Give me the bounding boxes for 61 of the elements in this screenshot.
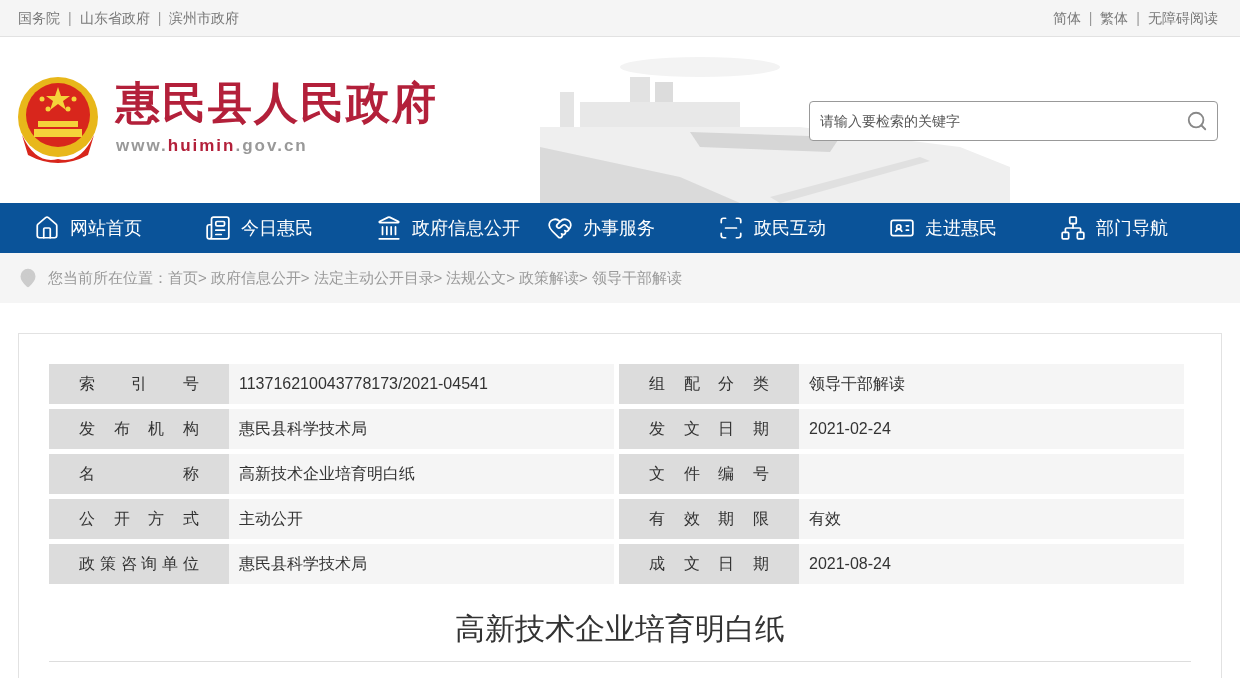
breadcrumb-link[interactable]: 政策解读 <box>519 266 580 290</box>
label-cell: 公开方式 <box>49 499 229 539</box>
breadcrumb-link[interactable]: 首页 <box>168 266 198 290</box>
nav-item[interactable]: 办事服务 <box>547 214 718 242</box>
breadcrumb-label: 您当前所在位置： <box>48 267 168 288</box>
label-cell: 发文日期 <box>619 409 799 449</box>
top-link[interactable]: 山东省政府 <box>79 7 150 29</box>
breadcrumb-link[interactable]: 政府信息公开 <box>210 266 301 290</box>
nav-item[interactable]: 政民互动 <box>718 214 889 242</box>
document-icon <box>205 215 231 241</box>
nav-item[interactable]: 政府信息公开 <box>376 214 547 242</box>
label-cell: 成文日期 <box>619 544 799 584</box>
nav-item[interactable]: 走进惠民 <box>889 214 1060 242</box>
value-cell: 高新技术企业培育明白纸 <box>229 454 614 494</box>
home-icon <box>34 215 60 241</box>
label-cell: 文件编号 <box>619 454 799 494</box>
top-link[interactable]: 滨州市政府 <box>169 7 240 29</box>
separator: | <box>68 8 72 28</box>
building-icon <box>376 215 402 241</box>
site-title: 惠民县人民政府 <box>116 81 438 126</box>
separator: | <box>1088 8 1093 28</box>
top-link[interactable]: 国务院 <box>18 7 60 29</box>
breadcrumb-link[interactable]: 领导干部解读 <box>591 266 682 290</box>
separator: | <box>157 8 162 28</box>
nav-item[interactable]: 网站首页 <box>34 214 205 242</box>
label-cell: 组配分类 <box>619 364 799 404</box>
location-icon <box>18 268 38 288</box>
search-field[interactable]: 请输入要检索的关键字 <box>809 101 1218 141</box>
breadcrumb-separator: > <box>198 267 207 288</box>
value-cell: 惠民县科学技术局 <box>229 409 614 449</box>
value-cell: 有效 <box>799 499 1184 539</box>
value-cell: 2021-08-24 <box>799 544 1184 584</box>
label-cell: 政策咨询单位 <box>49 544 229 584</box>
breadcrumb-link[interactable]: 法定主动公开目录 <box>313 266 434 290</box>
value-cell: 惠民县科学技术局 <box>229 544 614 584</box>
label-cell: 有效期限 <box>619 499 799 539</box>
top-link[interactable]: 无障碍阅读 <box>1148 7 1218 29</box>
separator: | <box>1136 8 1140 28</box>
top-link[interactable]: 简体 <box>1052 7 1081 29</box>
breadcrumb-separator: > <box>300 267 310 288</box>
label-cell: 发布机构 <box>49 409 229 449</box>
label-cell: 名称 <box>49 454 229 494</box>
handshake-icon <box>547 215 573 241</box>
breadcrumb-separator: > <box>506 267 516 288</box>
site-url: www.huimin.gov.cn <box>116 135 309 158</box>
nav-item[interactable]: 今日惠民 <box>205 214 376 242</box>
article-title: 高新技术企业培育明白纸 <box>49 606 1191 662</box>
scan-icon <box>718 215 744 241</box>
nav-item[interactable]: 部门导航 <box>1060 214 1231 242</box>
value-cell: 113716210043778173/2021-04541 <box>229 364 614 404</box>
search-icon[interactable] <box>1186 110 1208 132</box>
emblem-icon <box>16 75 100 165</box>
value-cell: 2021-02-24 <box>799 409 1184 449</box>
label-cell: 索引号 <box>49 364 229 404</box>
value-cell: 主动公开 <box>229 499 614 539</box>
breadcrumb-link[interactable]: 法规公文 <box>446 266 507 290</box>
top-link[interactable]: 繁体 <box>1100 7 1129 29</box>
breadcrumb-separator: > <box>433 267 443 288</box>
breadcrumb-separator: > <box>579 267 588 288</box>
value-cell: 领导干部解读 <box>799 364 1184 404</box>
sitemap-icon <box>1060 215 1086 241</box>
